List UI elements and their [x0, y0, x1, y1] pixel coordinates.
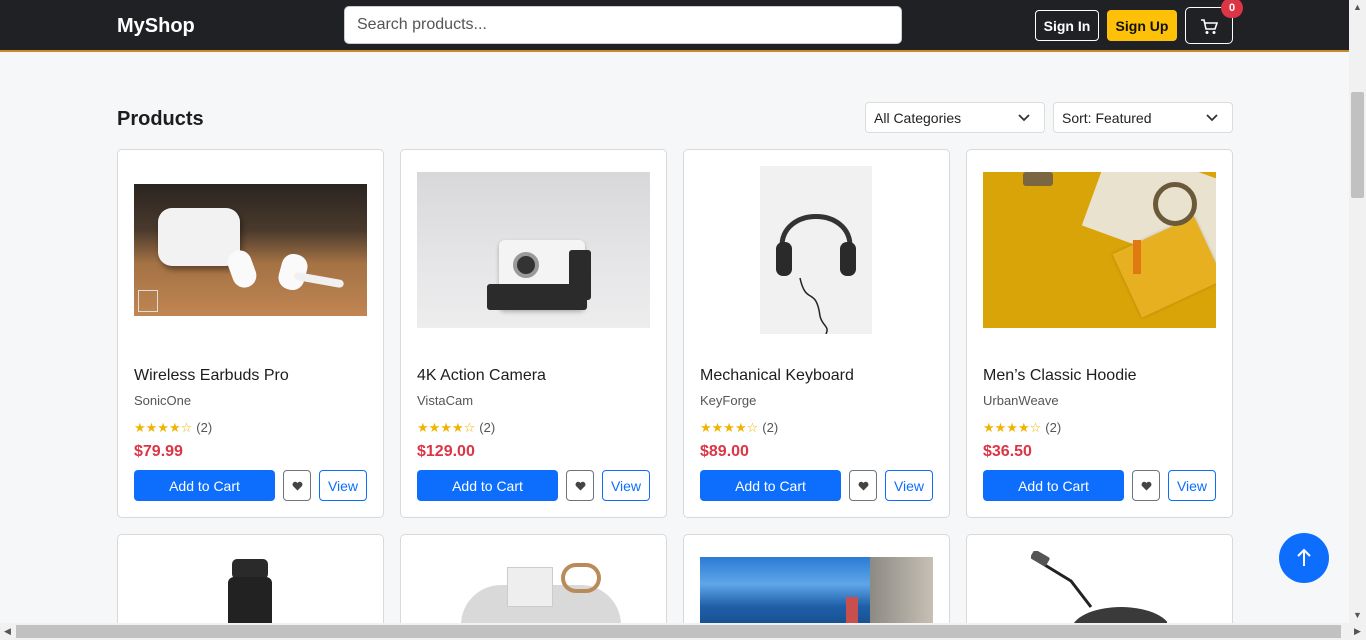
product-card: Mechanical Keyboard KeyForge ★★★★☆ (2) $8… [683, 149, 950, 518]
search-input[interactable] [344, 6, 902, 44]
horizontal-scrollbar-thumb[interactable] [16, 625, 1341, 638]
arrow-up-icon [1297, 548, 1311, 566]
view-button[interactable]: View [602, 470, 650, 501]
product-price: $36.50 [983, 443, 1032, 460]
product-image-camera[interactable] [417, 172, 650, 328]
review-count: (2) [196, 420, 213, 435]
wishlist-button[interactable] [566, 470, 594, 501]
vertical-scrollbar-thumb[interactable] [1351, 92, 1364, 198]
view-button[interactable]: View [319, 470, 367, 501]
cart-icon [1201, 19, 1218, 34]
product-card: 4K Action Camera VistaCam ★★★★☆ (2) $129.… [400, 149, 667, 518]
product-rating: ★★★★☆ (2) [700, 420, 778, 436]
heart-icon [858, 481, 869, 491]
category-select[interactable]: All Categories [865, 102, 1045, 133]
wishlist-button[interactable] [1132, 470, 1160, 501]
sign-up-button[interactable]: Sign Up [1107, 10, 1177, 41]
view-button[interactable]: View [1168, 470, 1216, 501]
scroll-up-arrow-icon[interactable]: ▲ [1353, 2, 1362, 12]
rating-stars: ★★★★☆ [417, 420, 476, 435]
add-to-cart-button[interactable]: Add to Cart [983, 470, 1124, 501]
product-image-hoodie[interactable] [983, 172, 1216, 328]
product-name[interactable]: Wireless Earbuds Pro [134, 367, 289, 385]
review-count: (2) [479, 420, 496, 435]
add-to-cart-button[interactable]: Add to Cart [700, 470, 841, 501]
add-to-cart-button[interactable]: Add to Cart [134, 470, 275, 501]
view-button[interactable]: View [885, 470, 933, 501]
scroll-down-arrow-icon[interactable]: ▼ [1353, 610, 1362, 620]
rating-stars: ★★★★☆ [983, 420, 1042, 435]
product-card: Men’s Classic Hoodie UrbanWeave ★★★★☆ (2)… [966, 149, 1233, 518]
sort-select-value: Sort: Featured [1062, 110, 1152, 126]
wishlist-button[interactable] [849, 470, 877, 501]
product-brand: SonicOne [134, 393, 192, 408]
wishlist-button[interactable] [283, 470, 311, 501]
sign-in-button[interactable]: Sign In [1035, 10, 1099, 41]
product-name[interactable]: Mechanical Keyboard [700, 367, 854, 385]
category-select-value: All Categories [874, 110, 962, 126]
product-brand: KeyForge [700, 393, 757, 408]
product-rating: ★★★★☆ (2) [983, 420, 1061, 436]
product-brand: VistaCam [417, 393, 474, 408]
product-price: $89.00 [700, 443, 749, 460]
add-to-cart-button[interactable]: Add to Cart [417, 470, 558, 501]
scroll-right-arrow-icon[interactable]: ▶ [1354, 626, 1361, 637]
brand-logo[interactable]: MyShop [117, 15, 195, 38]
product-price: $129.00 [417, 443, 475, 460]
product-image-headphones[interactable] [760, 166, 872, 334]
rating-stars: ★★★★☆ [134, 420, 193, 435]
heart-icon [292, 481, 303, 491]
product-price: $79.99 [134, 443, 183, 460]
scroll-to-top-button[interactable] [1279, 533, 1329, 583]
product-image-earbuds[interactable] [134, 184, 367, 316]
product-brand: UrbanWeave [983, 393, 1059, 408]
page-title: Products [117, 108, 204, 130]
heart-icon [1141, 481, 1152, 491]
heart-icon [575, 481, 586, 491]
product-rating: ★★★★☆ (2) [134, 420, 212, 436]
cart-count-badge: 0 [1221, 0, 1243, 18]
chevron-down-icon [1206, 114, 1218, 122]
product-name[interactable]: Men’s Classic Hoodie [983, 367, 1137, 385]
scroll-left-arrow-icon[interactable]: ◀ [4, 626, 11, 637]
product-card: Wireless Earbuds Pro SonicOne ★★★★☆ (2) $… [117, 149, 384, 518]
chevron-down-icon [1018, 114, 1030, 122]
product-rating: ★★★★☆ (2) [417, 420, 495, 436]
sort-select[interactable]: Sort: Featured [1053, 102, 1233, 133]
product-name[interactable]: 4K Action Camera [417, 367, 546, 385]
rating-stars: ★★★★☆ [700, 420, 759, 435]
review-count: (2) [1045, 420, 1062, 435]
review-count: (2) [762, 420, 779, 435]
